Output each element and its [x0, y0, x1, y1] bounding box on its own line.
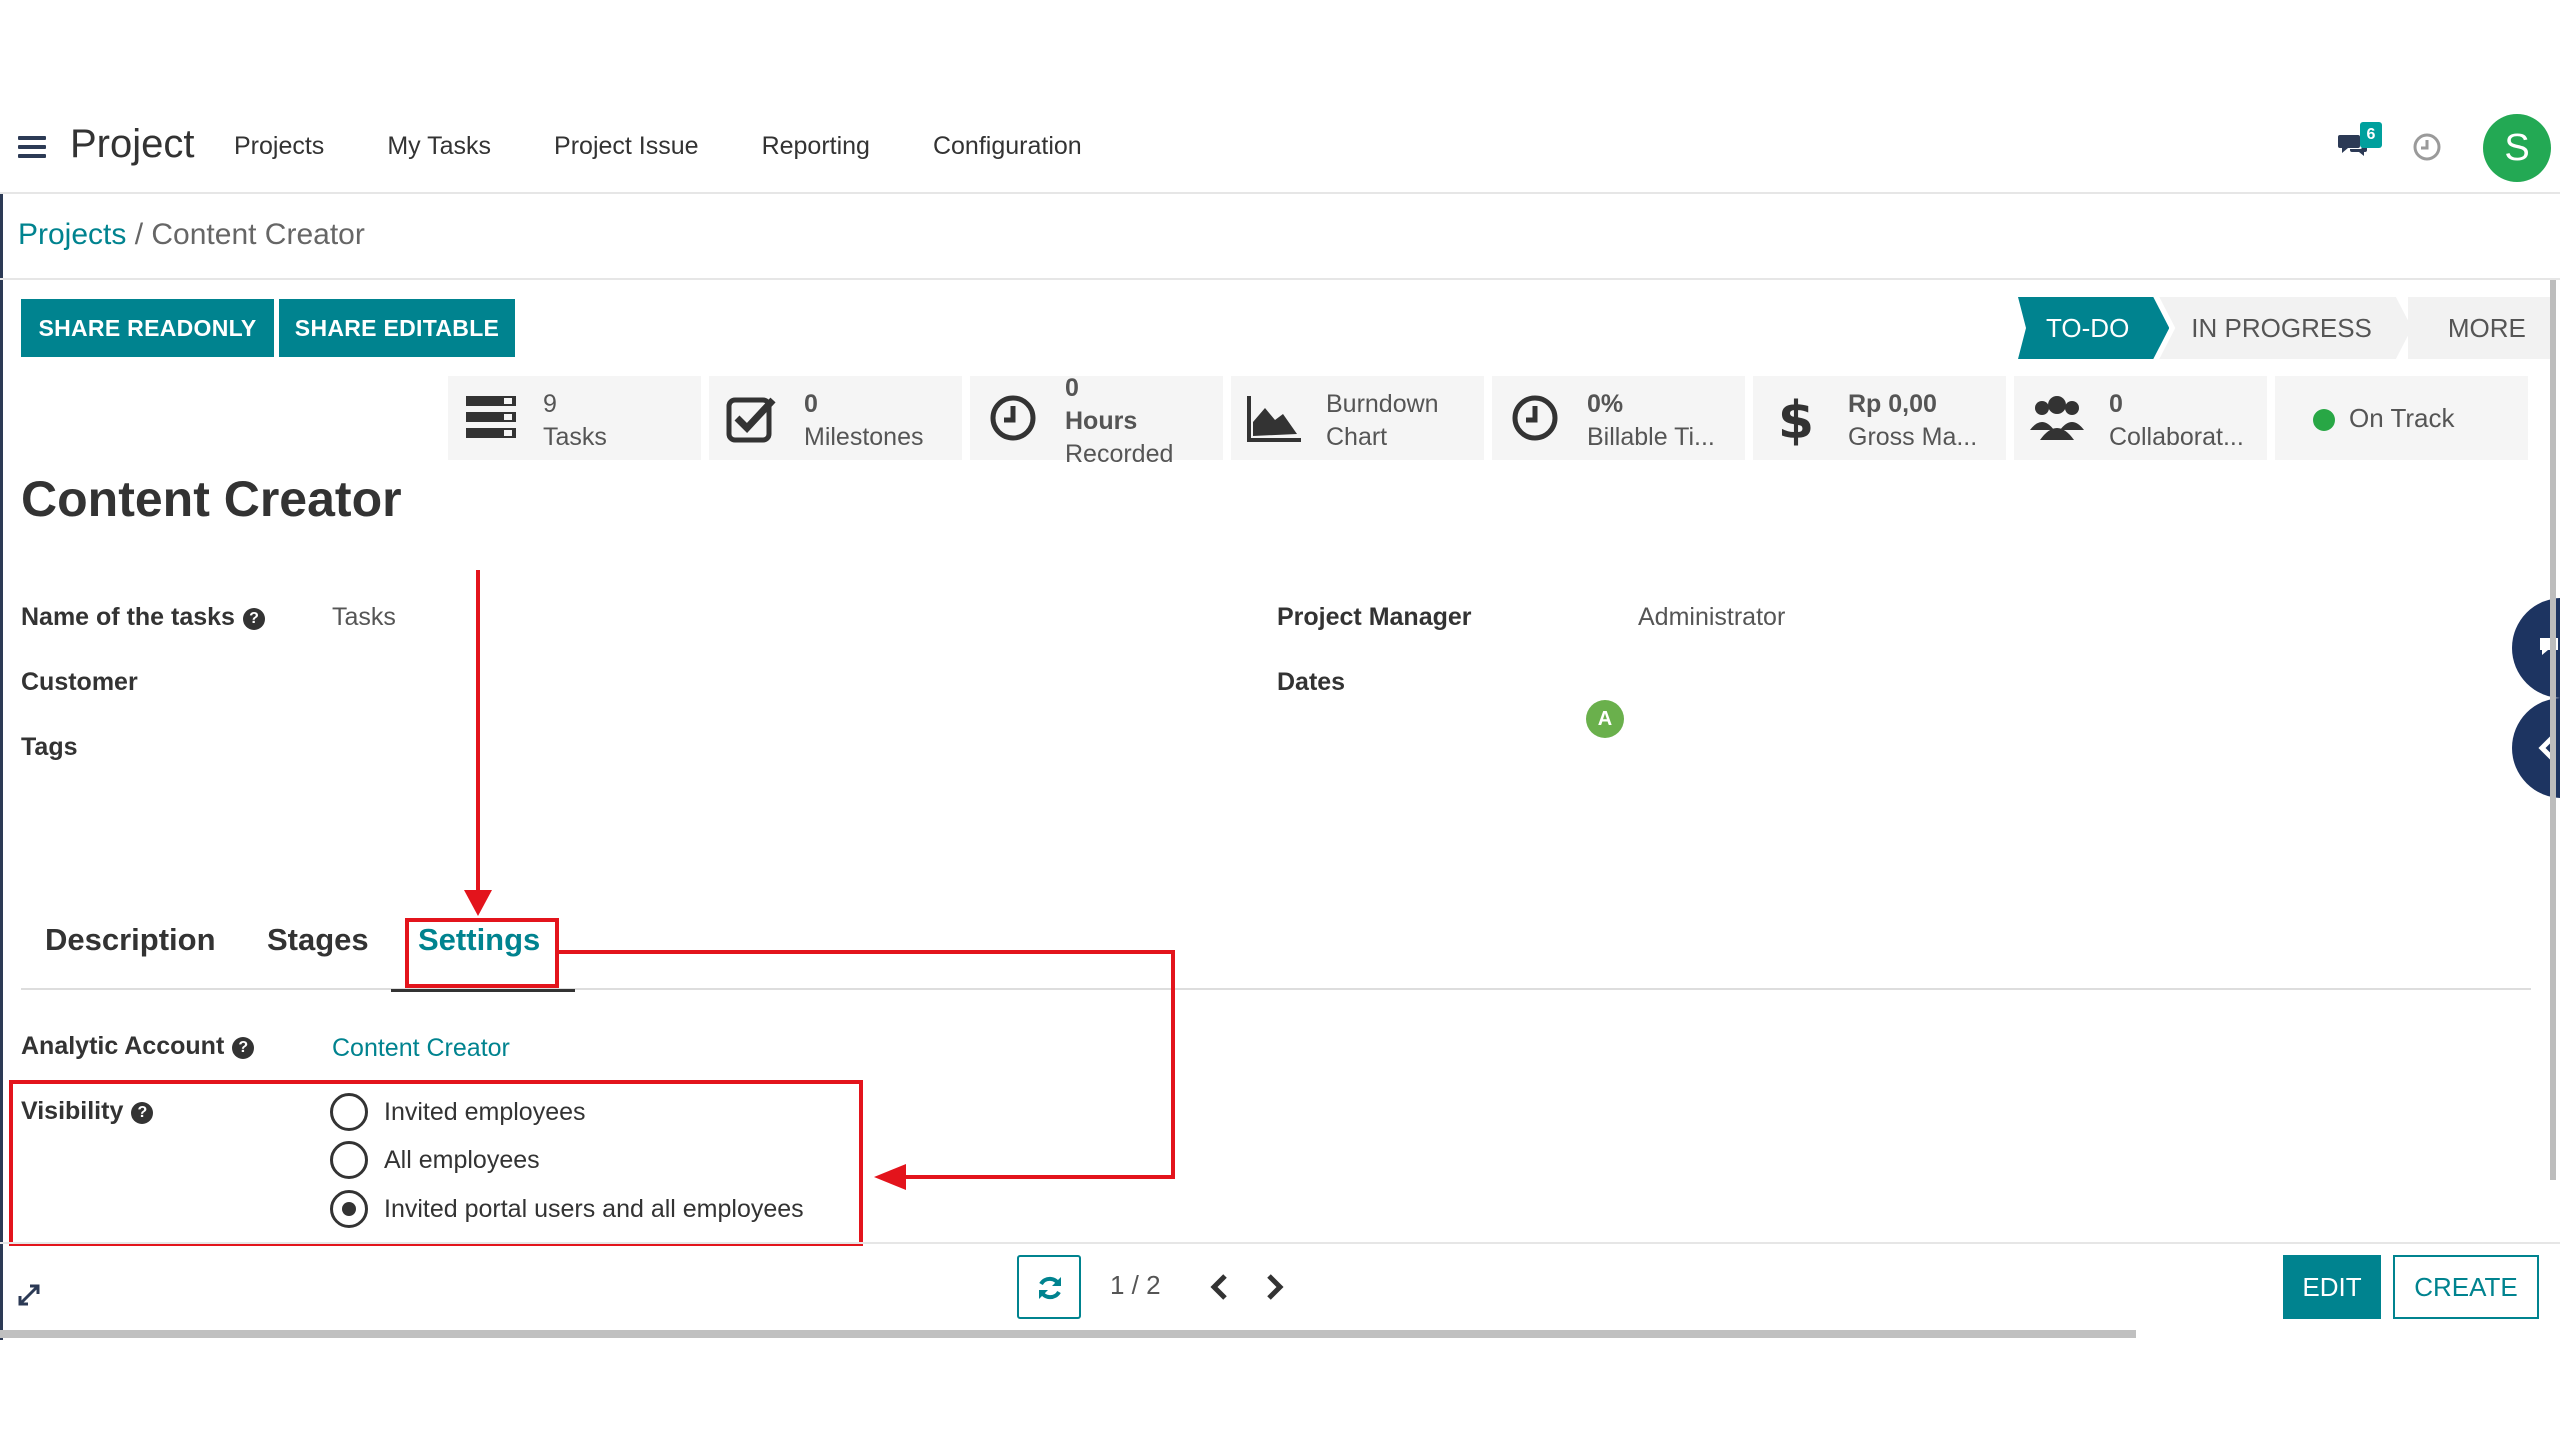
breadcrumb-divider [0, 278, 2560, 280]
milestones-count: 0 [804, 390, 818, 418]
analytic-account-label: Analytic Account? [21, 1032, 255, 1061]
pager-value[interactable]: 1 / 2 [1110, 1270, 1161, 1301]
project-name-title: Content Creator [21, 471, 402, 527]
analytic-account-link[interactable]: Content Creator [332, 1034, 510, 1063]
analytic-account-label-text: Analytic Account [21, 1032, 225, 1060]
stage-status-bar: TO-DO IN PROGRESS MORE [2018, 297, 2556, 359]
svg-text:$: $ [1778, 391, 1814, 446]
pager-next-icon[interactable] [1259, 1270, 1289, 1304]
annotation-visibility-box [9, 1080, 863, 1246]
tab-stages[interactable]: Stages [267, 922, 369, 958]
dates-label: Dates [1277, 668, 1346, 696]
horizontal-scrollbar[interactable] [0, 1330, 2136, 1338]
stage-more-dropdown[interactable]: MORE [2407, 297, 2556, 359]
chart-label: Chart [1326, 423, 1388, 451]
burndown-chart-stat-button[interactable]: Burndown Chart [1231, 376, 1484, 460]
customer-label: Customer [21, 668, 138, 696]
menu-item-my-tasks[interactable]: My Tasks [387, 132, 491, 161]
gross-label: Gross Ma... [1848, 423, 1978, 451]
billable-clock-icon [1512, 395, 1558, 441]
collaborators-stat-button[interactable]: 0 Collaborat... [2014, 376, 2267, 460]
tasks-stat-button[interactable]: 9 Tasks [448, 376, 701, 460]
breadcrumb: Projects / Content Creator [18, 218, 365, 252]
help-icon[interactable]: ? [232, 1037, 255, 1059]
clock-icon [990, 395, 1036, 441]
status-dot-icon [2313, 409, 2335, 431]
gross-value: Rp 0,00 [1848, 390, 1937, 418]
project-form-window: Project Projects My Tasks Project Issue … [0, 100, 2560, 1340]
name-of-tasks-label-text: Name of the tasks [21, 603, 235, 631]
annotation-connector-top [557, 950, 1175, 954]
top-navbar: Project Projects My Tasks Project Issue … [0, 100, 2560, 194]
status-on-track-button[interactable]: On Track [2275, 376, 2528, 460]
annotation-connector-right [1171, 950, 1175, 1179]
collaborators-label: Collaborat... [2109, 423, 2244, 451]
annotation-arrow-line [476, 570, 480, 900]
vertical-scrollbar[interactable] [2550, 280, 2556, 1180]
burndown-label: Burndown [1326, 390, 1439, 418]
annotation-arrowhead-left-icon [874, 1164, 906, 1190]
share-editable-button[interactable]: SHARE EDITABLE [279, 299, 515, 357]
billable-time-stat-button[interactable]: 0% Billable Ti... [1492, 376, 1745, 460]
tags-label: Tags [21, 733, 78, 761]
breadcrumb-projects-link[interactable]: Projects [18, 218, 126, 251]
stage-todo[interactable]: TO-DO [2018, 297, 2169, 359]
menu-item-configuration[interactable]: Configuration [933, 132, 1082, 161]
hamburger-menu-icon[interactable] [18, 136, 46, 158]
main-menu: Projects My Tasks Project Issue Reportin… [234, 132, 1145, 161]
annotation-connector-bottom [900, 1175, 1175, 1179]
users-icon [2030, 396, 2084, 440]
tasks-icon [466, 396, 516, 438]
milestones-stat-button[interactable]: 0 Milestones [709, 376, 962, 460]
gross-margin-stat-button[interactable]: $ Rp 0,00 Gross Ma... [1753, 376, 2006, 460]
tasks-label: Tasks [543, 423, 607, 451]
user-avatar[interactable]: S [2483, 114, 2551, 182]
breadcrumb-current: Content Creator [151, 218, 365, 251]
status-label: On Track [2349, 403, 2455, 433]
refresh-button[interactable] [1017, 1255, 1081, 1319]
left-edge-border [0, 100, 3, 1340]
hours-recorded-stat-button[interactable]: 0 Hours Recorded [970, 374, 1223, 468]
hours-count: 0 [1065, 374, 1079, 402]
billable-value: 0% [1587, 390, 1624, 418]
smart-buttons: 9 Tasks 0 Milestones 0 Hours Recorded Burndo… [448, 374, 2528, 468]
hours-label: Hours [1065, 407, 1138, 435]
milestones-label: Milestones [804, 423, 924, 451]
form-notebook-tabs: Description Stages Settings [21, 910, 2531, 992]
expand-icon[interactable] [14, 1280, 44, 1310]
name-of-tasks-value[interactable]: Tasks [332, 603, 396, 632]
create-button[interactable]: CREATE [2393, 1255, 2539, 1319]
manager-avatar: A [1586, 700, 1624, 738]
collaborators-count: 0 [2109, 390, 2123, 418]
project-manager-label: Project Manager [1277, 603, 1472, 631]
refresh-icon [1039, 1276, 1061, 1300]
chat-badge: 6 [2360, 122, 2382, 148]
share-readonly-button[interactable]: SHARE READONLY [21, 299, 274, 357]
recorded-label: Recorded [1065, 440, 1174, 468]
chat-bubble-icon [2540, 638, 2558, 655]
menu-item-projects[interactable]: Projects [234, 132, 324, 161]
help-icon[interactable]: ? [242, 608, 265, 630]
annotation-arrowhead-down-icon [464, 890, 492, 916]
dollar-icon: $ [1778, 391, 1814, 446]
project-manager-value[interactable]: Administrator [1638, 603, 1785, 632]
billable-label: Billable Ti... [1587, 423, 1715, 451]
bottom-bar-divider [0, 1242, 2560, 1244]
tasks-count: 9 [543, 390, 557, 418]
menu-item-project-issue[interactable]: Project Issue [554, 132, 699, 161]
stage-in-progress[interactable]: IN PROGRESS [2159, 297, 2412, 359]
tab-description[interactable]: Description [45, 922, 216, 958]
edit-button[interactable]: EDIT [2283, 1255, 2381, 1319]
check-square-icon [726, 397, 776, 443]
name-of-tasks-label: Name of the tasks? [21, 603, 265, 632]
area-chart-icon [1247, 396, 1301, 442]
activity-clock-icon[interactable] [2412, 132, 2442, 162]
menu-item-reporting[interactable]: Reporting [762, 132, 870, 161]
annotation-settings-tab-box [405, 918, 559, 988]
breadcrumb-separator: / [126, 218, 152, 251]
app-title[interactable]: Project [70, 122, 195, 167]
pager-previous-icon[interactable] [1205, 1270, 1235, 1304]
